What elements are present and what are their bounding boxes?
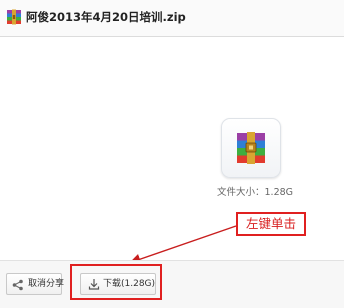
file-share-page: 阿俊2013年4月20日培训.zip 文件大小：1.28G 左键单击 取消分享 … <box>0 0 344 308</box>
download-highlight-box <box>70 264 162 300</box>
cancel-share-label: 取消分享 <box>28 279 65 289</box>
action-bar: 取消分享 下载(1.28G) <box>0 260 344 308</box>
left-click-annotation: 左键单击 <box>236 212 306 236</box>
cancel-share-button[interactable]: 取消分享 <box>6 273 65 295</box>
share-icon <box>12 279 24 299</box>
